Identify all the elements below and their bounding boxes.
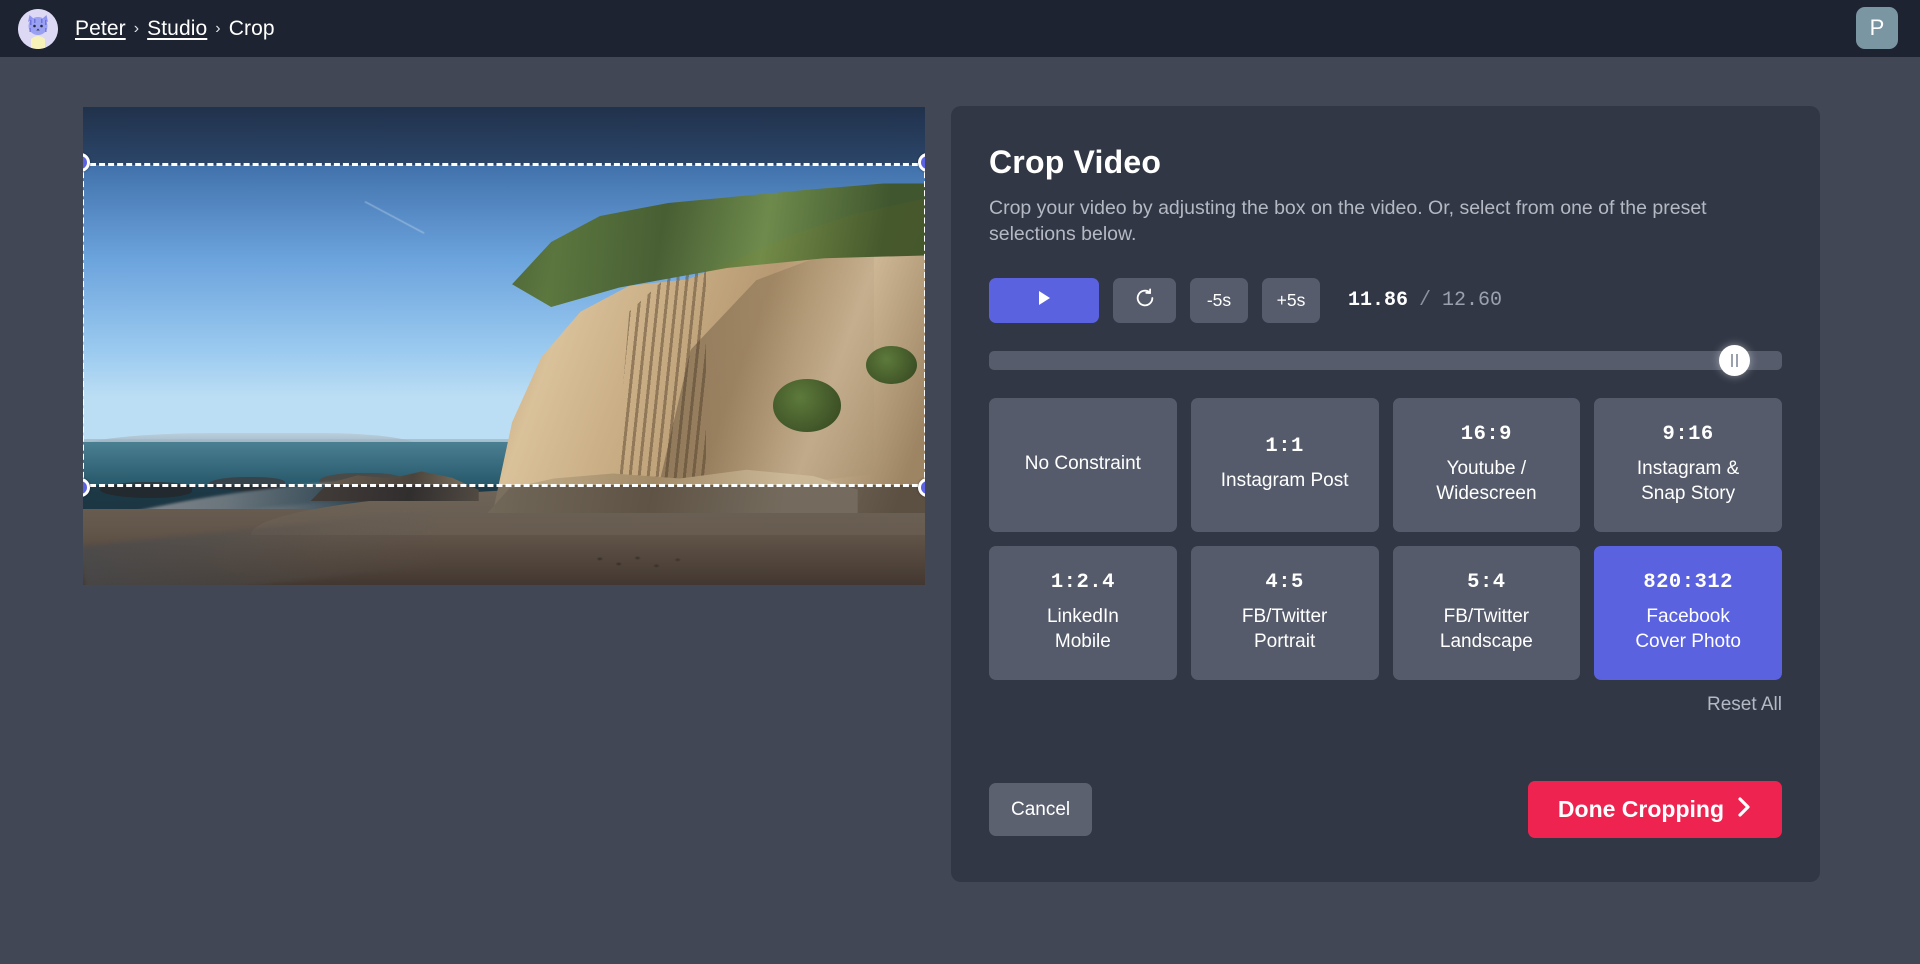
preset-option[interactable]: 1:1 Instagram Post [1191, 398, 1379, 532]
preset-name: Instagram &Snap Story [1637, 457, 1739, 506]
grip-line [1731, 354, 1733, 367]
play-button[interactable] [989, 278, 1099, 323]
crop-selection-box[interactable] [83, 165, 925, 485]
preset-ratio: 820:312 [1643, 571, 1733, 594]
page-title: Crop Video [989, 144, 1782, 181]
preset-name: Youtube /Widescreen [1436, 457, 1536, 506]
grip-line [1736, 354, 1738, 367]
reset-all-button[interactable]: Reset All [1707, 694, 1782, 716]
breadcrumb: Peter › Studio › Crop [75, 17, 275, 41]
preset-option[interactable]: 1:2.4 LinkedInMobile [989, 546, 1177, 680]
preset-name: FB/TwitterLandscape [1440, 605, 1533, 654]
breadcrumb-item-crop: Crop [229, 17, 275, 41]
time-total: 12.60 [1442, 289, 1502, 312]
top-bar: Peter › Studio › Crop P [0, 0, 1920, 57]
preset-ratio: 9:16 [1663, 423, 1714, 446]
crop-dim-bottom [83, 485, 925, 585]
preset-option[interactable]: 4:5 FB/TwitterPortrait [1191, 546, 1379, 680]
preset-option[interactable]: 16:9 Youtube /Widescreen [1393, 398, 1581, 532]
playback-controls: -5s +5s 11.86 / 12.60 [989, 278, 1782, 323]
reset-row: Reset All [989, 694, 1782, 716]
scrubber-thumb[interactable] [1719, 345, 1750, 376]
crop-handle-top-right[interactable] [918, 153, 925, 172]
preset-grid: No Constraint 1:1 Instagram Post 16:9 Youtub… [989, 398, 1782, 680]
panel-subtitle: Crop your video by adjusting the box on … [989, 195, 1769, 248]
preset-option[interactable]: 9:16 Instagram &Snap Story [1594, 398, 1782, 532]
main-stage: Crop Video Crop your video by adjusting … [0, 57, 1920, 964]
done-cropping-button[interactable]: Done Cropping [1528, 781, 1782, 838]
preset-name: FacebookCover Photo [1635, 605, 1741, 654]
time-readout: 11.86 / 12.60 [1348, 289, 1502, 312]
crop-panel: Crop Video Crop your video by adjusting … [951, 106, 1820, 882]
rewind-5s-button[interactable]: -5s [1190, 278, 1248, 323]
time-separator: / [1419, 289, 1431, 312]
video-preview[interactable] [83, 107, 925, 585]
restart-button[interactable] [1113, 278, 1176, 323]
preset-ratio: 1:2.4 [1051, 571, 1115, 594]
forward-5s-button[interactable]: +5s [1262, 278, 1320, 323]
breadcrumb-item-studio[interactable]: Studio [147, 17, 207, 41]
breadcrumb-separator-icon: › [134, 20, 139, 38]
preset-ratio: 4:5 [1265, 571, 1303, 594]
preset-option[interactable]: No Constraint [989, 398, 1177, 532]
preset-ratio: 16:9 [1461, 423, 1512, 446]
preset-name: LinkedInMobile [1047, 605, 1119, 654]
preset-name: No Constraint [1025, 452, 1141, 476]
cat-avatar-icon[interactable] [18, 9, 58, 49]
play-icon [1036, 290, 1052, 311]
time-current: 11.86 [1348, 289, 1408, 312]
done-cropping-label: Done Cropping [1558, 796, 1724, 823]
chevron-right-icon [1737, 796, 1752, 824]
preset-ratio: 1:1 [1265, 435, 1303, 458]
preset-name: Instagram Post [1221, 469, 1349, 493]
preset-name: FB/TwitterPortrait [1242, 605, 1328, 654]
breadcrumb-separator-icon: › [215, 20, 220, 38]
preset-ratio: 5:4 [1467, 571, 1505, 594]
restart-icon [1134, 287, 1156, 314]
panel-footer: Cancel Done Cropping [989, 781, 1782, 838]
scrubber-track[interactable] [989, 351, 1782, 370]
profile-badge[interactable]: P [1856, 7, 1898, 49]
breadcrumb-item-peter[interactable]: Peter [75, 17, 126, 41]
cancel-button[interactable]: Cancel [989, 783, 1092, 836]
video-scrubber[interactable] [989, 347, 1782, 373]
preset-option[interactable]: 5:4 FB/TwitterLandscape [1393, 546, 1581, 680]
preset-option[interactable]: 820:312 FacebookCover Photo [1594, 546, 1782, 680]
crop-dim-top [83, 107, 925, 165]
